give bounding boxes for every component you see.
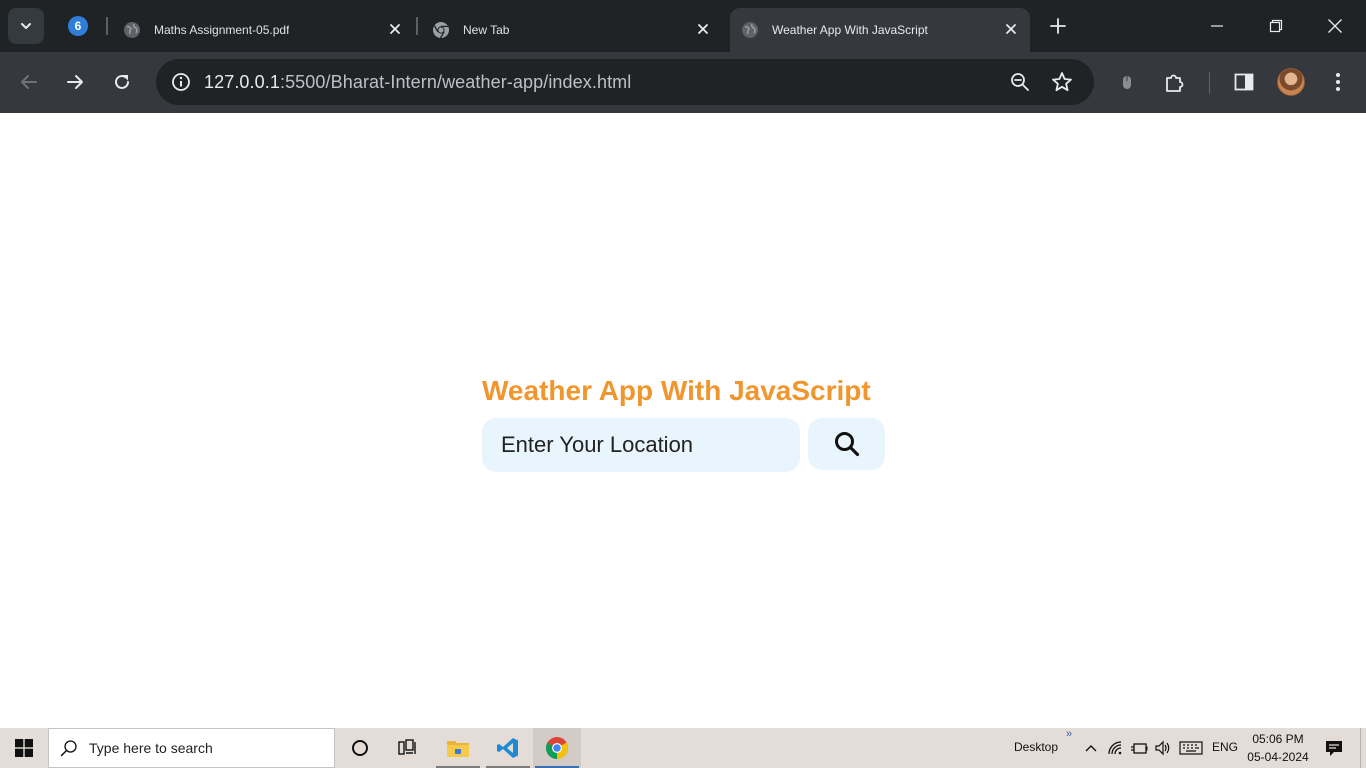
windows-taskbar: Type here to search Desktop » ENG 05:06 … — [0, 728, 1366, 768]
restore-icon — [1269, 19, 1283, 33]
taskbar-search-box[interactable]: Type here to search — [48, 728, 335, 768]
vscode-icon — [497, 738, 518, 758]
task-view-icon — [398, 739, 416, 755]
input-language[interactable]: ENG — [1212, 740, 1238, 754]
minimize-icon — [1211, 25, 1223, 27]
search-icon — [49, 728, 89, 768]
clock-time: 05:06 PM — [1252, 732, 1304, 746]
wifi-icon[interactable] — [1106, 738, 1126, 758]
taskbar-search-placeholder: Type here to search — [89, 740, 213, 756]
tab-new-tab[interactable]: New Tab — [420, 8, 722, 52]
vscode-button[interactable] — [484, 728, 532, 768]
browser-toolbar: 127.0.0.1:5500/Bharat-Intern/weather-app… — [0, 52, 1366, 113]
tab-weather-app[interactable]: Weather App With JavaScript — [730, 8, 1030, 52]
battery-plug-icon[interactable] — [1129, 738, 1149, 758]
url-text[interactable]: 127.0.0.1:5500/Bharat-Intern/weather-app… — [204, 72, 631, 93]
reload-button[interactable] — [106, 66, 138, 98]
mouse-extension-icon[interactable] — [1111, 66, 1143, 98]
zoom-out-icon[interactable] — [1004, 66, 1036, 98]
reload-icon — [115, 74, 129, 89]
task-view-button[interactable] — [384, 728, 432, 768]
close-icon — [1328, 19, 1342, 33]
kebab-menu-icon[interactable] — [1322, 66, 1354, 98]
profile-avatar[interactable] — [1277, 68, 1305, 96]
site-info-icon[interactable] — [165, 66, 197, 98]
search-icon — [834, 432, 859, 457]
cortana-circle-icon — [352, 740, 368, 756]
close-window-button[interactable] — [1306, 0, 1364, 52]
plus-icon — [1050, 18, 1066, 34]
side-panel-icon[interactable] — [1228, 66, 1260, 98]
minimize-button[interactable] — [1188, 0, 1246, 52]
restore-button[interactable] — [1247, 0, 1305, 52]
forward-button[interactable] — [59, 66, 91, 98]
arrow-left-icon — [21, 75, 37, 89]
close-tab-icon[interactable] — [692, 18, 714, 40]
tab-maths-assignment[interactable]: Maths Assignment-05.pdf — [112, 8, 414, 52]
page-title: Weather App With JavaScript — [482, 375, 871, 406]
cortana-button[interactable] — [336, 728, 384, 768]
start-button[interactable] — [0, 728, 48, 768]
taskbar-clock[interactable]: 05:06 PM 05-04-2024 — [1240, 730, 1316, 766]
desktop-toolbar-label[interactable]: Desktop — [1014, 740, 1058, 754]
notification-icon — [1326, 741, 1342, 756]
tab-separator — [106, 17, 108, 35]
tab-title: Weather App With JavaScript — [772, 23, 928, 37]
close-tab-icon[interactable] — [384, 18, 406, 40]
back-button[interactable] — [13, 66, 45, 98]
show-desktop-button[interactable] — [1360, 728, 1366, 768]
globe-icon — [741, 21, 759, 39]
extensions-puzzle-icon[interactable] — [1159, 66, 1191, 98]
bookmark-star-icon[interactable] — [1046, 66, 1078, 98]
url-path: :5500/Bharat-Intern/weather-app/index.ht… — [279, 72, 632, 92]
toolbar-separator — [1209, 72, 1210, 94]
globe-icon — [123, 21, 141, 39]
search-button[interactable] — [808, 418, 885, 470]
chrome-icon — [432, 21, 450, 39]
tab-separator — [416, 17, 418, 35]
clock-date: 05-04-2024 — [1247, 750, 1309, 764]
arrow-right-icon — [67, 75, 83, 89]
keyboard-icon[interactable] — [1178, 738, 1204, 758]
tab-search-button[interactable] — [8, 8, 44, 44]
tab-group-chip[interactable]: 6 — [68, 16, 88, 36]
tab-title: New Tab — [463, 23, 510, 37]
tab-title: Maths Assignment-05.pdf — [154, 23, 290, 37]
volume-icon[interactable] — [1153, 738, 1173, 758]
new-tab-button[interactable] — [1044, 12, 1072, 40]
tab-strip: 6 Maths Assignment-05.pdf New Tab Weathe… — [0, 0, 1366, 52]
chevron-up-icon[interactable] — [1081, 738, 1101, 758]
close-tab-icon[interactable] — [1000, 18, 1022, 40]
notification-center-button[interactable] — [1320, 728, 1348, 768]
chevron-down-icon — [21, 23, 31, 29]
chrome-taskbar-button[interactable] — [533, 728, 581, 768]
file-explorer-button[interactable] — [434, 728, 482, 768]
url-host: 127.0.0.1 — [204, 72, 280, 92]
toolbar-overflow-chevron[interactable]: » — [1066, 728, 1072, 740]
web-page: Weather App With JavaScript — [0, 113, 1366, 728]
windows-logo-icon — [15, 739, 33, 757]
location-search-input[interactable] — [482, 418, 800, 472]
folder-icon — [447, 741, 469, 757]
address-bar[interactable]: 127.0.0.1:5500/Bharat-Intern/weather-app… — [156, 59, 1094, 105]
chrome-icon — [546, 737, 568, 759]
